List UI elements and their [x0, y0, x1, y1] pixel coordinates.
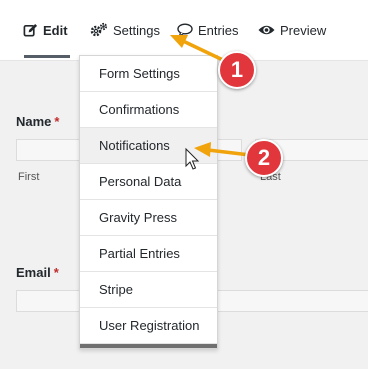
required-asterisk: *	[54, 114, 60, 129]
menu-item-notifications[interactable]: Notifications	[80, 128, 217, 164]
email-input[interactable]	[16, 290, 80, 312]
name-field-label: Name *	[16, 114, 60, 129]
comment-icon	[177, 23, 193, 37]
active-tab-indicator	[24, 55, 70, 58]
email-field-label: Email *	[16, 265, 59, 280]
menu-item-personal-data[interactable]: Personal Data	[80, 164, 217, 200]
form-tab-bar: Edit Settings Entries Preview	[0, 0, 368, 61]
menu-item-partial-entries[interactable]: Partial Entries	[80, 236, 217, 272]
step-badge-2: 2	[245, 139, 283, 177]
tab-settings[interactable]: Settings	[90, 18, 160, 42]
tab-preview-label: Preview	[280, 22, 327, 38]
menu-item-user-registration[interactable]: User Registration	[80, 308, 217, 344]
gears-icon	[90, 22, 108, 38]
tab-edit[interactable]: Edit	[23, 18, 68, 42]
settings-dropdown-menu: Form Settings Confirmations Notification…	[79, 55, 218, 349]
email-input-right[interactable]	[216, 290, 368, 312]
tab-entries[interactable]: Entries	[177, 18, 238, 42]
eye-icon	[258, 24, 275, 36]
dropdown-bottom-bar	[80, 344, 217, 348]
tab-entries-label: Entries	[198, 22, 239, 38]
menu-item-stripe[interactable]: Stripe	[80, 272, 217, 308]
required-asterisk: *	[53, 265, 59, 280]
menu-item-form-settings[interactable]: Form Settings	[80, 56, 217, 92]
tab-settings-label: Settings	[113, 22, 160, 38]
tab-edit-label: Edit	[43, 22, 68, 38]
step-badge-1: 1	[218, 51, 256, 89]
first-sub-label: First	[18, 171, 40, 183]
edit-icon	[23, 23, 38, 38]
menu-item-confirmations[interactable]: Confirmations	[80, 92, 217, 128]
first-name-input-right[interactable]	[216, 139, 242, 161]
tab-preview[interactable]: Preview	[258, 18, 326, 42]
first-name-input[interactable]	[16, 139, 80, 161]
menu-item-gravity-press[interactable]: Gravity Press	[80, 200, 217, 236]
